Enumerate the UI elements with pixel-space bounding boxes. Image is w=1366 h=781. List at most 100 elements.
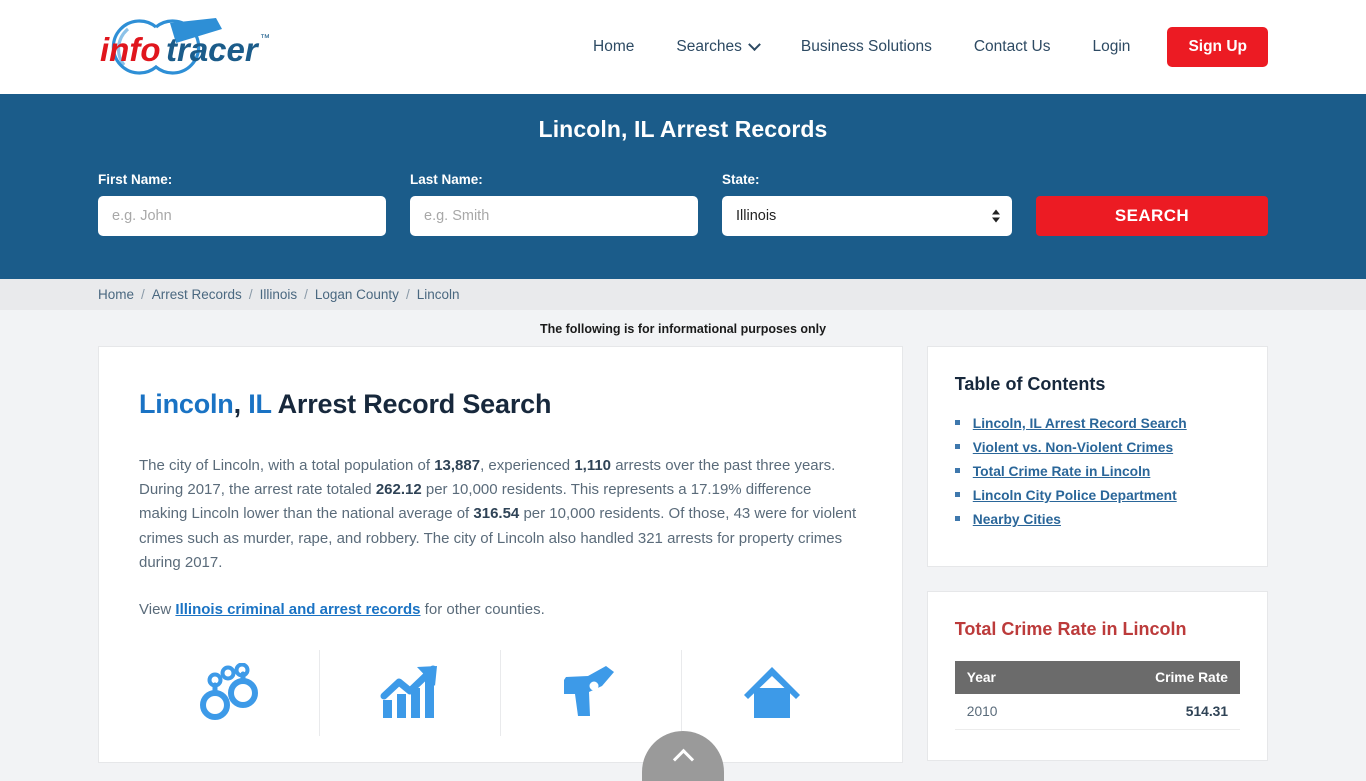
toc-item[interactable]: Total Crime Rate in Lincoln — [954, 464, 1240, 479]
nav-item-contact-us[interactable]: Contact Us — [953, 39, 1072, 55]
nav-label: Contact Us — [973, 38, 1051, 56]
breadcrumb-separator: / — [405, 287, 410, 302]
icon-cell-property-crimes[interactable] — [682, 650, 862, 736]
nav-item-business-solutions[interactable]: Business Solutions — [780, 39, 953, 55]
sidebar: Table of Contents Lincoln, IL Arrest Rec… — [926, 346, 1268, 761]
svg-text:tracer: tracer — [166, 31, 260, 68]
breadcrumb: Home / Arrest Records / Illinois / Logan… — [0, 279, 1366, 310]
national-average-value: 316.54 — [473, 505, 520, 523]
svg-text:info: info — [100, 31, 160, 68]
cell-crime-rate: 514.31 — [1057, 694, 1240, 730]
svg-text:™: ™ — [260, 33, 270, 44]
toc-link-total-crime-rate[interactable]: Total Crime Rate in Lincoln — [973, 464, 1151, 479]
view-prefix: View — [139, 601, 176, 619]
main-navigation: Home Searches Business Solutions Contact… — [572, 27, 1268, 67]
infotracer-logo[interactable]: info tracer ™ — [98, 12, 288, 82]
growth-chart-icon — [380, 665, 437, 719]
site-header: info tracer ™ Home Searches Business Sol… — [0, 0, 1366, 94]
last-name-input[interactable] — [410, 196, 698, 236]
breadcrumb-item-arrest-records[interactable]: Arrest Records — [152, 287, 242, 302]
breadcrumb-separator: / — [141, 287, 145, 302]
bullet-icon — [954, 444, 960, 449]
arrest-rate-value: 262.12 — [375, 481, 422, 499]
breadcrumb-item-lincoln: Lincoln — [416, 287, 460, 302]
table-head: Year Crime Rate — [954, 661, 1240, 694]
toc-link-police-department[interactable]: Lincoln City Police Department — [973, 488, 1177, 503]
toc-item[interactable]: Lincoln, IL Arrest Record Search — [954, 416, 1240, 431]
breadcrumb-item-logan-county[interactable]: Logan County — [315, 287, 399, 302]
icon-cell-violent-crimes[interactable] — [501, 650, 682, 737]
toc-item[interactable]: Nearby Cities — [954, 512, 1240, 527]
breadcrumb-item-home[interactable]: Home — [98, 287, 134, 302]
breadcrumb-separator: / — [248, 287, 253, 302]
column-header-crime-rate: Crime Rate — [1057, 661, 1240, 694]
view-other-counties-line: View Illinois criminal and arrest record… — [139, 598, 862, 622]
toc-item[interactable]: Violent vs. Non-Violent Crimes — [954, 440, 1240, 455]
state-select[interactable]: Illinois — [722, 196, 1012, 236]
population-value: 13,887 — [434, 457, 481, 474]
logo-icon: info tracer ™ — [100, 18, 270, 75]
arrest-search-form: First Name: Last Name: State: Illinois S… — [98, 172, 1268, 236]
bullet-icon — [954, 516, 960, 521]
crime-rate-table: Year Crime Rate 2010 514.31 — [954, 661, 1240, 730]
total-crime-rate-card: Total Crime Rate in Lincoln Year Crime R… — [926, 591, 1268, 761]
bullet-icon — [954, 420, 960, 425]
chevron-down-icon — [747, 37, 761, 51]
page-title-rest: Arrest Record Search — [271, 389, 552, 419]
search-button[interactable]: SEARCH — [1036, 196, 1268, 236]
nav-label: Business Solutions — [800, 38, 932, 56]
first-name-label: First Name: — [98, 172, 173, 187]
house-icon — [743, 667, 800, 719]
crime-rate-title: Total Crime Rate in Lincoln — [954, 619, 1187, 639]
toc-list: Lincoln, IL Arrest Record Search Violent… — [954, 416, 1240, 527]
table-body: 2010 514.31 — [954, 694, 1240, 730]
icon-cell-arrests[interactable] — [139, 650, 320, 737]
column-header-year: Year — [954, 661, 1058, 694]
state-field-group: State: Illinois — [722, 172, 1012, 236]
toc-link-arrest-record-search[interactable]: Lincoln, IL Arrest Record Search — [973, 416, 1187, 431]
first-name-field-group: First Name: — [98, 172, 386, 236]
page-title: Lincoln, IL Arrest Record Search — [139, 389, 862, 420]
main-article-card: Lincoln, IL Arrest Record Search The cit… — [98, 346, 903, 763]
category-icon-row — [139, 650, 862, 737]
nav-item-home[interactable]: Home — [572, 39, 655, 55]
sign-up-button[interactable]: Sign Up — [1167, 27, 1268, 67]
nav-item-login[interactable]: Login — [1072, 39, 1152, 55]
toc-link-nearby-cities[interactable]: Nearby Cities — [973, 512, 1061, 527]
banner-title: Lincoln, IL Arrest Records — [538, 116, 828, 142]
bullet-icon — [954, 468, 960, 473]
state-label: State: — [722, 172, 760, 187]
cell-year: 2010 — [954, 694, 1058, 730]
toc-item[interactable]: Lincoln City Police Department — [954, 488, 1240, 503]
view-suffix: for other counties. — [420, 601, 545, 619]
chevron-up-icon — [672, 748, 694, 770]
nav-label: Home — [593, 38, 635, 56]
nav-item-searches[interactable]: Searches — [655, 37, 779, 56]
icon-cell-crime-rate[interactable] — [320, 650, 501, 737]
last-name-field-group: Last Name: — [410, 172, 698, 236]
breadcrumb-item-illinois[interactable]: Illinois — [260, 287, 298, 302]
state-select-wrap: Illinois — [722, 196, 1012, 236]
search-banner: Lincoln, IL Arrest Records First Name: L… — [0, 94, 1366, 279]
paragraph-part-1: The city of Lincoln, with a total popula… — [139, 457, 435, 474]
page-content: Lincoln, IL Arrest Record Search The cit… — [0, 346, 1366, 763]
nav-label: Searches — [676, 38, 742, 56]
toc-link-violent-vs-nonviolent[interactable]: Violent vs. Non-Violent Crimes — [973, 440, 1173, 455]
page-title-city: Lincoln — [139, 389, 234, 419]
handcuffs-icon — [199, 663, 258, 721]
summary-paragraph: The city of Lincoln, with a total popula… — [139, 454, 862, 575]
handgun-icon — [563, 666, 614, 717]
last-name-label: Last Name: — [410, 172, 483, 187]
table-header-row: Year Crime Rate — [954, 661, 1240, 694]
table-of-contents-card: Table of Contents Lincoln, IL Arrest Rec… — [926, 346, 1268, 567]
illinois-records-link[interactable]: Illinois criminal and arrest records — [175, 601, 420, 618]
paragraph-part-2: , experienced — [480, 457, 575, 474]
nav-label: Login — [1092, 38, 1131, 56]
page-title-comma: , — [233, 389, 249, 419]
breadcrumb-separator: / — [304, 287, 308, 302]
informational-notice: The following is for informational purpo… — [539, 322, 827, 336]
bullet-icon — [954, 492, 960, 497]
toc-title: Table of Contents — [954, 374, 1106, 394]
first-name-input[interactable] — [98, 196, 386, 236]
table-row: 2010 514.31 — [954, 694, 1240, 730]
